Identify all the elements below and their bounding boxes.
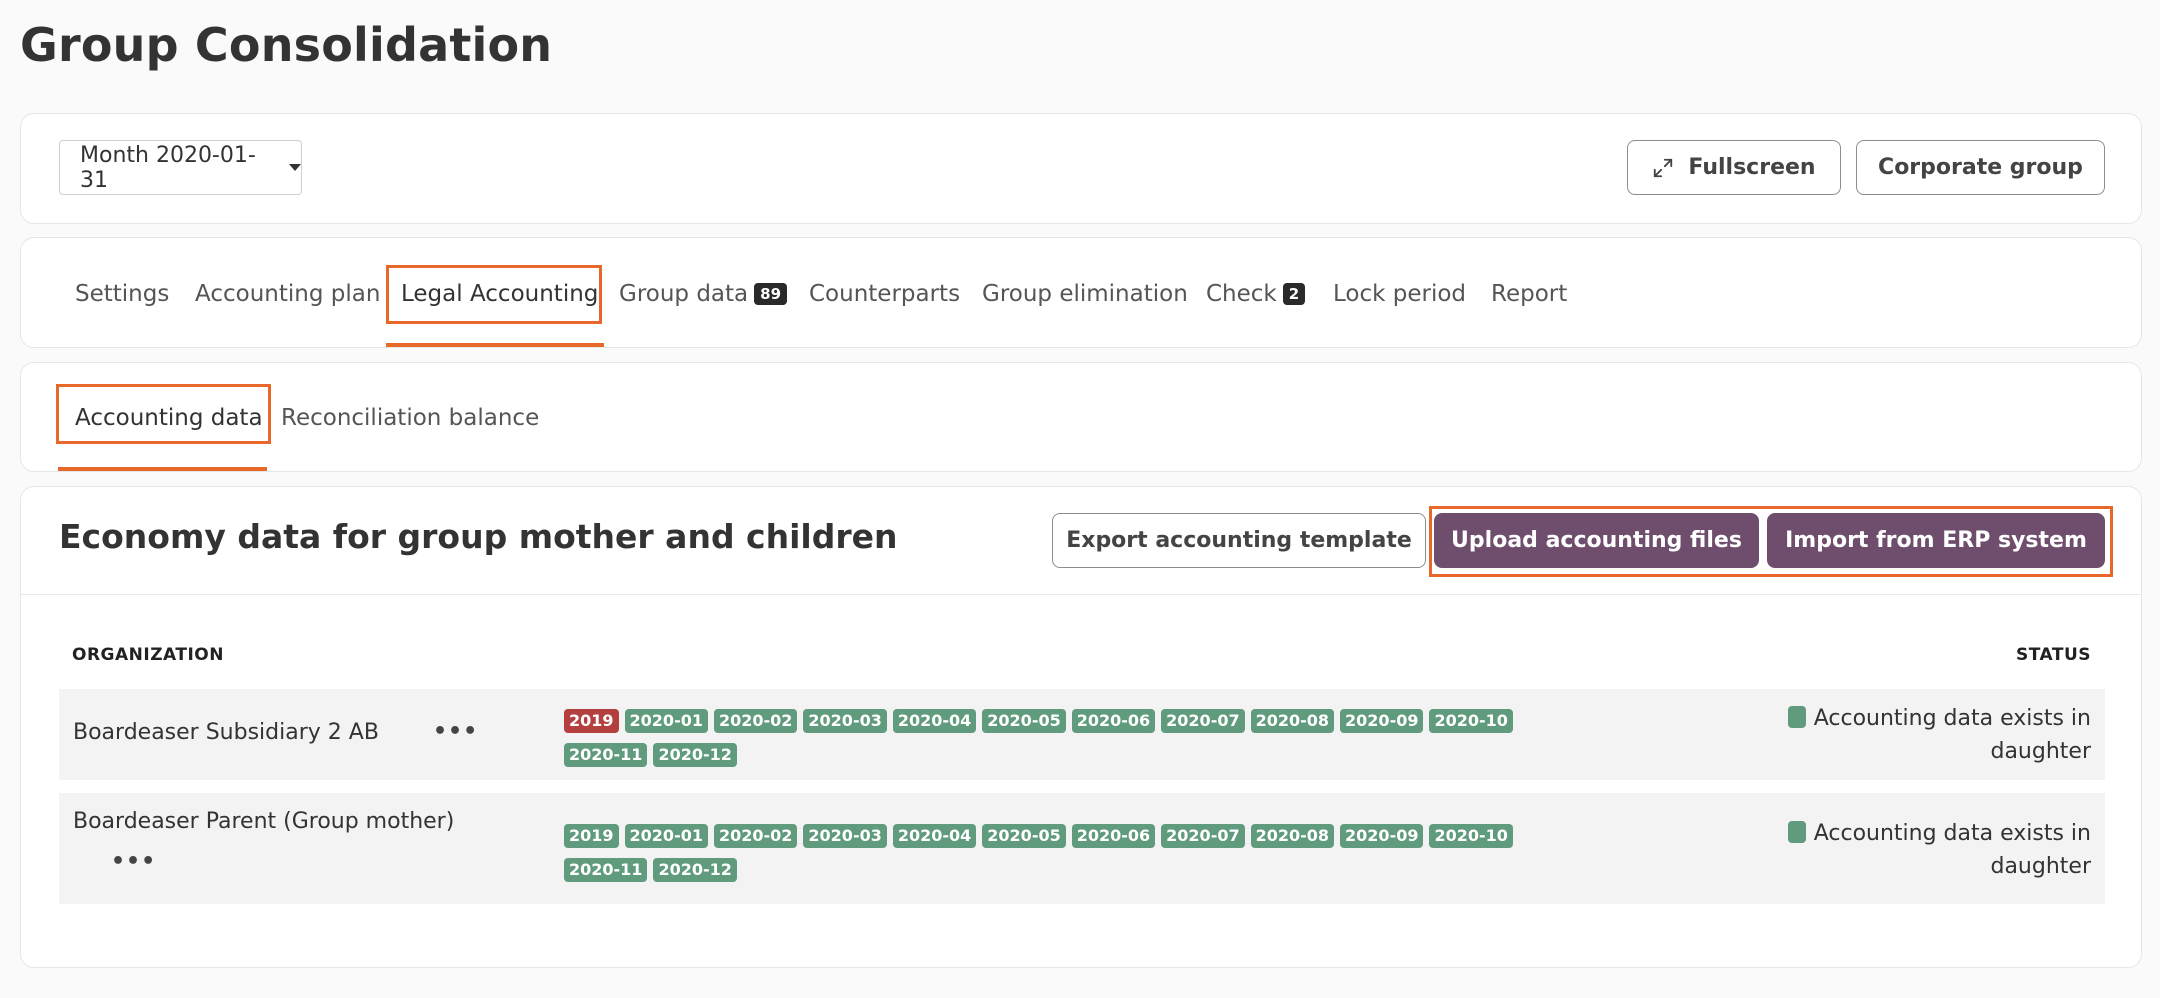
- period-tags: 2019 2020-01 2020-02 2020-03 2020-04 2020-05 2…: [564, 709, 1584, 767]
- tab-lock-period[interactable]: Lock period: [1333, 238, 1466, 349]
- period-tag[interactable]: 2020-03: [803, 709, 887, 733]
- period-tag[interactable]: 2020-10: [1429, 824, 1513, 848]
- period-tag[interactable]: 2020-07: [1161, 824, 1245, 848]
- period-tag[interactable]: 2020-12: [653, 743, 737, 767]
- section-divider: [21, 594, 2141, 595]
- period-tag[interactable]: 2020-09: [1340, 824, 1424, 848]
- status-indicator: [1787, 821, 1806, 843]
- import-label: Import from ERP system: [1785, 528, 2087, 553]
- check-count-badge: 2: [1282, 282, 1306, 305]
- caret-down-icon: [289, 164, 301, 171]
- table-row: Boardeaser Parent (Group mother) ••• 201…: [59, 793, 2105, 904]
- tab-check[interactable]: Check 2: [1206, 238, 1306, 349]
- tab-label: Settings: [75, 280, 170, 307]
- tab-label: Check: [1206, 280, 1277, 307]
- fullscreen-button[interactable]: Fullscreen: [1627, 140, 1841, 195]
- ellipsis-icon[interactable]: •••: [433, 719, 478, 744]
- organization-name: Boardeaser Subsidiary 2 AB: [73, 720, 379, 745]
- subtab-label: Accounting data: [75, 405, 263, 431]
- upload-label: Upload accounting files: [1451, 528, 1742, 553]
- tab-label: Report: [1491, 280, 1568, 307]
- period-tags: 2019 2020-01 2020-02 2020-03 2020-04 2020-05 2…: [564, 824, 1584, 882]
- economy-data-card: Economy data for group mother and childr…: [20, 486, 2142, 968]
- tab-counterparts[interactable]: Counterparts: [809, 238, 960, 349]
- corporate-group-button[interactable]: Corporate group: [1856, 140, 2105, 195]
- period-tag[interactable]: 2020-01: [624, 709, 708, 733]
- period-tag[interactable]: 2020-07: [1161, 709, 1245, 733]
- period-tag[interactable]: 2020-11: [564, 858, 648, 882]
- period-value: Month 2020-01-31: [80, 142, 256, 193]
- export-template-label: Export accounting template: [1066, 528, 1412, 553]
- period-tag[interactable]: 2019: [564, 709, 619, 733]
- tab-accounting-plan[interactable]: Accounting plan: [195, 238, 380, 349]
- period-tag[interactable]: 2020-08: [1250, 824, 1335, 848]
- organization-name: Boardeaser Parent (Group mother): [73, 809, 455, 834]
- period-tag[interactable]: 2020-08: [1250, 709, 1335, 733]
- corporate-group-label: Corporate group: [1878, 155, 2083, 180]
- tab-legal-accounting[interactable]: Legal Accounting: [401, 238, 598, 349]
- period-tag[interactable]: 2019: [564, 824, 619, 848]
- tab-label: Lock period: [1333, 280, 1467, 307]
- page-title: Group Consolidation: [20, 18, 553, 72]
- section-title: Economy data for group mother and childr…: [59, 517, 898, 556]
- period-tag[interactable]: 2020-01: [624, 824, 708, 848]
- column-header-status: STATUS: [2015, 645, 2091, 665]
- period-tag[interactable]: 2020-09: [1340, 709, 1424, 733]
- period-tag[interactable]: 2020-12: [653, 858, 737, 882]
- status-cell: Accounting data exists in daughter: [1771, 702, 2091, 768]
- period-tag[interactable]: 2020-05: [982, 709, 1066, 733]
- period-tag[interactable]: 2020-10: [1429, 709, 1513, 733]
- subtab-active-underline: [58, 467, 267, 471]
- status-cell: Accounting data exists in daughter: [1771, 817, 2091, 883]
- period-tag[interactable]: 2020-03: [803, 824, 887, 848]
- subtab-label: Reconciliation balance: [281, 405, 540, 431]
- group-data-count-badge: 89: [754, 282, 788, 305]
- status-text: Accounting data exists in daughter: [1813, 706, 2091, 764]
- toolbar-card: Month 2020-01-31 Fullscreen Corporate gr…: [20, 113, 2142, 224]
- upload-accounting-files-button[interactable]: Upload accounting files: [1434, 513, 1759, 568]
- import-erp-button[interactable]: Import from ERP system: [1767, 513, 2105, 568]
- tab-label: Legal Accounting: [401, 280, 599, 307]
- subtab-accounting-data[interactable]: Accounting data: [75, 363, 263, 473]
- ellipsis-icon[interactable]: •••: [111, 849, 156, 874]
- period-tag[interactable]: 2020-04: [892, 824, 977, 848]
- tab-group-data[interactable]: Group data 89: [619, 238, 788, 349]
- tab-active-underline: [386, 343, 604, 347]
- column-header-organization: ORGANIZATION: [72, 645, 224, 665]
- tab-label: Counterparts: [809, 280, 961, 307]
- expand-arrows-icon: [1654, 158, 1673, 177]
- export-template-button[interactable]: Export accounting template: [1052, 513, 1426, 568]
- tab-label: Group elimination: [982, 280, 1188, 307]
- period-tag[interactable]: 2020-11: [564, 743, 648, 767]
- fullscreen-label: Fullscreen: [1688, 155, 1816, 180]
- table-row: Boardeaser Subsidiary 2 AB ••• 2019 2020-…: [59, 689, 2105, 780]
- period-tag[interactable]: 2020-06: [1071, 824, 1156, 848]
- period-tag[interactable]: 2020-02: [713, 709, 798, 733]
- tab-label: Group data: [619, 280, 749, 307]
- period-tag[interactable]: 2020-05: [982, 824, 1066, 848]
- tab-report[interactable]: Report: [1491, 238, 1567, 349]
- subtab-reconciliation-balance[interactable]: Reconciliation balance: [281, 363, 539, 473]
- period-dropdown[interactable]: Month 2020-01-31: [59, 140, 302, 195]
- main-tabs-card: Settings Accounting plan Legal Accountin…: [20, 237, 2142, 348]
- tab-group-elimination[interactable]: Group elimination: [982, 238, 1188, 349]
- status-indicator: [1787, 706, 1806, 728]
- period-tag[interactable]: 2020-04: [892, 709, 977, 733]
- period-tag[interactable]: 2020-02: [713, 824, 798, 848]
- status-text: Accounting data exists in daughter: [1813, 821, 2091, 879]
- tab-settings[interactable]: Settings: [75, 238, 169, 349]
- period-tag[interactable]: 2020-06: [1071, 709, 1156, 733]
- sub-tabs-card: Accounting data Reconciliation balance: [20, 362, 2142, 472]
- tab-label: Accounting plan: [195, 280, 381, 307]
